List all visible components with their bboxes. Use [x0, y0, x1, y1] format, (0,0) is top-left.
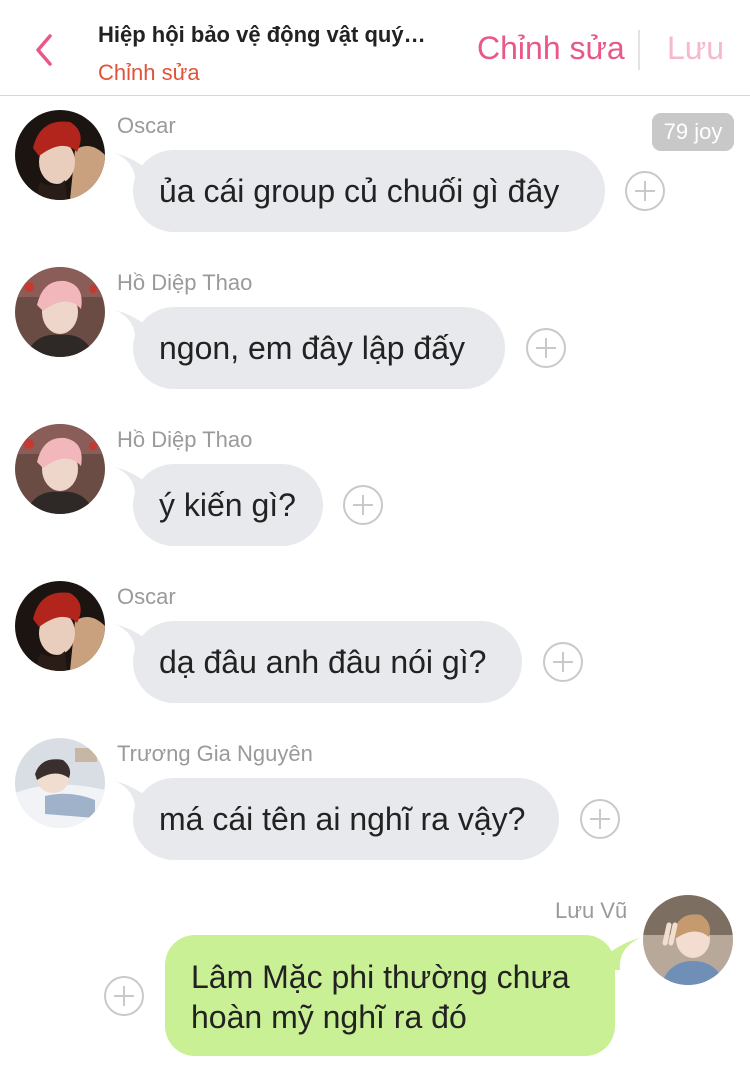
sender-name: Oscar: [117, 113, 176, 138]
add-reaction-icon[interactable]: [543, 642, 583, 682]
avatar-ho-diep-thao[interactable]: [15, 424, 105, 514]
header-divider: [638, 30, 640, 70]
chat-subtitle[interactable]: Chỉnh sửa: [98, 60, 200, 86]
sender-name: Hồ Diệp Thao: [117, 427, 253, 452]
avatar-oscar[interactable]: [15, 581, 105, 671]
avatar-oscar[interactable]: [15, 110, 105, 200]
add-reaction-icon[interactable]: [526, 328, 566, 368]
chat-header: Hiệp hội bảo vệ động vật quý… Chỉnh sửa …: [0, 0, 750, 96]
chat-title: Hiệp hội bảo vệ động vật quý…: [98, 22, 426, 47]
sender-name: Lưu Vũ: [555, 898, 628, 923]
joy-badge: 79 joy: [652, 113, 734, 151]
message-bubble[interactable]: dạ đâu anh đâu nói gì?: [133, 621, 522, 703]
save-button[interactable]: Lưu: [667, 30, 724, 67]
sender-name: Trương Gia Nguyên: [117, 741, 313, 766]
avatar-truong-gia-nguyen[interactable]: [15, 738, 105, 828]
message-bubble[interactable]: ý kiến gì?: [133, 464, 323, 546]
message-bubble[interactable]: má cái tên ai nghĩ ra vậy?: [133, 778, 559, 860]
message-bubble-outgoing[interactable]: Lâm Mặc phi thường chưa hoàn mỹ nghĩ ra …: [165, 935, 615, 1056]
message-bubble[interactable]: ủa cái group củ chuối gì đây: [133, 150, 605, 232]
sender-name: Hồ Diệp Thao: [117, 270, 253, 295]
add-reaction-icon[interactable]: [104, 976, 144, 1016]
sender-name: Oscar: [117, 584, 176, 609]
add-reaction-icon[interactable]: [625, 171, 665, 211]
message-bubble[interactable]: ngon, em đây lập đấy: [133, 307, 505, 389]
avatar-ho-diep-thao[interactable]: [15, 267, 105, 357]
avatar-luu-vu[interactable]: [643, 895, 733, 985]
add-reaction-icon[interactable]: [580, 799, 620, 839]
edit-button[interactable]: Chỉnh sửa: [477, 30, 625, 67]
back-chevron-icon[interactable]: [30, 28, 70, 72]
add-reaction-icon[interactable]: [343, 485, 383, 525]
